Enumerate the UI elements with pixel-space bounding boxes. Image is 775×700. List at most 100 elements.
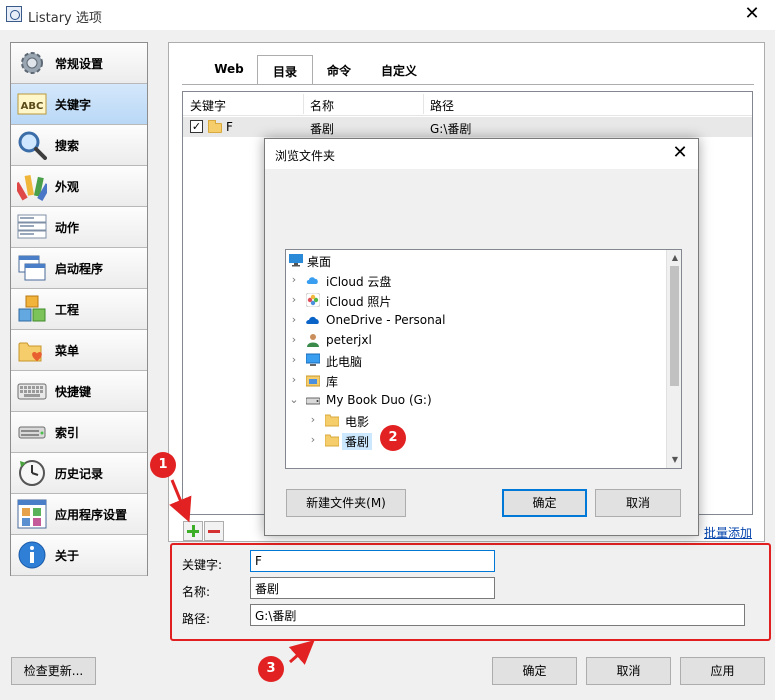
tree-scrollbar[interactable]: ▲ ▼ [666,250,681,468]
cancel-button[interactable]: 取消 [586,657,671,685]
abc-icon: ABC [17,89,47,119]
tree-item-label: 库 [326,375,339,389]
expand-chevron-icon[interactable]: › [308,413,318,426]
cubes-icon [17,294,47,324]
column-header-keyword[interactable]: 关键字 [190,97,226,114]
window-title: Listary 选项 [28,11,102,26]
remove-button[interactable] [204,521,224,541]
annotation-badge-2: 2 [380,425,406,451]
windows-icon [17,253,47,283]
sidebar-item-menu[interactable]: 菜单 [11,330,147,371]
expand-chevron-icon[interactable]: › [289,273,299,286]
expand-chevron-icon[interactable]: › [289,353,299,366]
tree-item-label: iCloud 云盘 [326,275,392,289]
column-header-name[interactable]: 名称 [310,97,334,114]
cell-keyword: F [226,120,233,134]
tree-item-label: OneDrive - Personal [326,313,446,327]
listary-app-icon [6,6,22,22]
tree-item-onedrive[interactable]: › OneDrive - Personal [286,310,664,330]
icloud-photos-icon [306,293,320,307]
tree-item-label: 桌面 [307,255,332,269]
sidebar-item-app-settings[interactable]: 应用程序设置 [11,494,147,535]
tree-item-desktop[interactable]: 桌面 [286,250,664,270]
tree-item-user[interactable]: › peterjxl [286,330,664,350]
dialog-titlebar: 浏览文件夹 ✕ [265,139,698,169]
sidebar-item-label: 快捷键 [55,384,92,399]
sidebar-item-label: 搜索 [55,138,80,153]
drive-icon [306,397,320,405]
svg-text:ABC: ABC [21,101,44,112]
sidebar-item-search[interactable]: 搜索 [11,125,147,166]
column-header-path[interactable]: 路径 [430,97,454,114]
onedrive-icon [306,316,319,324]
tree-item-library[interactable]: › 库 [286,370,664,390]
check-update-button[interactable]: 检查更新... [11,657,96,685]
tab-directory[interactable]: 目录 [257,55,313,84]
palette-icon [13,171,51,201]
icloud-drive-icon [306,277,318,284]
dialog-cancel-button[interactable]: 取消 [595,489,681,517]
dialog-ok-button[interactable]: 确定 [502,489,587,517]
sidebar-item-general[interactable]: 常规设置 [11,43,147,84]
ok-button[interactable]: 确定 [492,657,577,685]
app-grid-icon [17,499,47,529]
column-separator [423,94,424,114]
expand-chevron-icon[interactable]: › [289,313,299,326]
sidebar-item-projects[interactable]: 工程 [11,289,147,330]
expand-chevron-icon[interactable]: › [308,433,318,446]
expand-chevron-icon[interactable]: › [289,373,299,386]
action-list-icon [17,212,47,242]
sidebar-item-appearance[interactable]: 外观 [11,166,147,207]
tree-item-movies[interactable]: › 电影 [286,410,664,430]
add-button[interactable] [183,521,203,541]
tree-item-label: peterjxl [326,333,372,347]
expand-chevron-icon[interactable]: › [289,333,299,346]
scroll-up-arrow-icon[interactable]: ▲ [667,250,681,266]
sidebar-item-keywords[interactable]: ABC 关键字 [11,84,147,125]
sidebar-item-label: 动作 [55,220,80,235]
tree-item-label: My Book Duo (G:) [326,393,432,407]
sidebar-item-launcher[interactable]: 启动程序 [11,248,147,289]
new-folder-button[interactable]: 新建文件夹(M) [286,489,406,517]
tree-item-this-pc[interactable]: › 此电脑 [286,350,664,370]
sidebar-item-hotkeys[interactable]: 快捷键 [11,371,147,412]
tab-underline [182,84,754,85]
window-close-button[interactable]: ✕ [729,0,775,30]
scroll-thumb[interactable] [670,266,679,386]
collapse-chevron-icon[interactable]: ⌄ [289,393,299,406]
magnifier-icon [17,130,47,160]
tab-commands[interactable]: 命令 [313,55,365,84]
plus-icon-stroke [192,525,195,537]
keyboard-icon [17,376,47,406]
sidebar-item-index[interactable]: 索引 [11,412,147,453]
tree-item-anime[interactable]: › 番剧 [286,430,664,450]
browse-folder-dialog: 浏览文件夹 ✕ 桌面 › iCloud 云盘 › iCloud 照片 › One… [264,138,699,536]
sidebar-item-label: 索引 [55,425,80,440]
tree-item-label: 此电脑 [326,355,363,369]
sidebar-item-history[interactable]: 历史记录 [11,453,147,494]
tree-item-my-book-duo[interactable]: ⌄ My Book Duo (G:) [286,390,664,410]
tree-item-icloud-photos[interactable]: › iCloud 照片 [286,290,664,310]
computer-icon [306,353,320,366]
sidebar-item-label: 历史记录 [55,466,104,481]
dialog-close-button[interactable]: ✕ [668,142,692,166]
sidebar-item-label: 工程 [55,302,80,317]
tab-custom[interactable]: 自定义 [365,55,433,84]
expand-chevron-icon[interactable]: › [289,293,299,306]
info-icon [17,540,47,570]
cell-path: G:\番剧 [430,122,472,136]
minus-icon [208,530,220,533]
tree-item-icloud-drive[interactable]: › iCloud 云盘 [286,270,664,290]
scroll-down-arrow-icon[interactable]: ▼ [667,452,681,468]
folder-tree[interactable]: 桌面 › iCloud 云盘 › iCloud 照片 › OneDrive - … [285,249,682,469]
batch-add-link[interactable]: 批量添加 [704,524,752,541]
folder-icon [325,434,339,447]
sidebar-item-actions[interactable]: 动作 [11,207,147,248]
table-row[interactable]: ✓ F 番剧 G:\番剧 [183,117,752,137]
tab-web[interactable]: Web [201,55,257,84]
tree-item-label: 电影 [345,415,370,429]
apply-button[interactable]: 应用 [680,657,765,685]
sidebar-item-about[interactable]: 关于 [11,535,147,576]
row-enabled-checkbox[interactable]: ✓ [190,120,203,133]
sidebar-item-label: 菜单 [55,343,80,358]
